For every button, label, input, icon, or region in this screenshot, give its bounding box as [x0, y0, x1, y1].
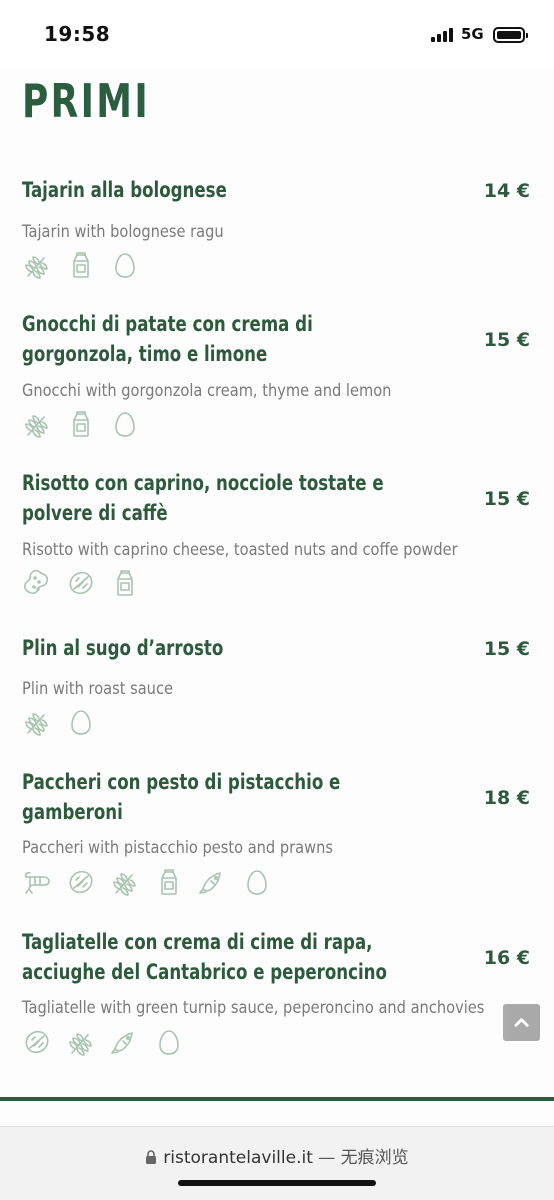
dish-price: 15 € — [483, 638, 530, 660]
milk-icon — [110, 568, 140, 598]
dish-name: Gnocchi di patate con crema di gorgonzol… — [22, 312, 313, 366]
gluten-icon — [66, 1027, 96, 1057]
dish-price: 18 € — [483, 787, 530, 809]
gluten-icon — [110, 867, 140, 897]
dish-price: 16 € — [483, 947, 530, 969]
dish-description: Gnocchi with gorgonzola cream, thyme and… — [22, 381, 392, 401]
page-title: PRIMI — [22, 74, 151, 128]
egg-icon — [242, 867, 272, 897]
private-browsing-label: — 无痕浏览 — [312, 1148, 409, 1168]
dish-name: Plin al sugo d’arrosto — [22, 636, 224, 660]
allergen-list — [22, 867, 272, 899]
egg-icon — [66, 707, 96, 737]
egg-icon — [110, 250, 140, 280]
status-time: 19:58 — [44, 22, 111, 46]
fish-icon — [110, 1027, 140, 1057]
network-type: 5G — [461, 25, 484, 43]
home-indicator[interactable] — [178, 1180, 376, 1186]
crustacean-icon — [22, 867, 52, 897]
allergen-list — [22, 707, 96, 739]
dish-price: 15 € — [483, 488, 530, 510]
allergen-list — [22, 568, 140, 600]
allergen-list — [22, 1027, 184, 1059]
peanut-icon — [22, 568, 52, 598]
battery-icon — [493, 27, 528, 43]
dish-description: Risotto with caprino cheese, toasted nut… — [22, 540, 458, 560]
milk-icon — [66, 409, 96, 439]
fish-icon — [198, 867, 228, 897]
gluten-icon — [22, 250, 52, 280]
nuts-icon — [66, 867, 96, 897]
dish-price: 15 € — [483, 329, 530, 351]
url-row[interactable]: ristorantelaville.it — 无痕浏览 — [0, 1143, 554, 1168]
dish-description: Tagliatelle with green turnip sauce, pep… — [22, 998, 485, 1018]
dish-description: Tajarin with bolognese ragu — [22, 222, 224, 242]
milk-icon — [154, 867, 184, 897]
allergen-list — [22, 409, 140, 441]
browser-address-bar[interactable]: ristorantelaville.it — 无痕浏览 — [0, 1126, 554, 1200]
dish-name: Risotto con caprino, nocciole tostate e … — [22, 471, 384, 525]
status-bar: 19:58 5G — [0, 0, 554, 70]
url-text: ristorantelaville.it — [163, 1148, 313, 1168]
allergen-list — [22, 250, 140, 282]
chevron-up-icon — [514, 1018, 529, 1027]
gluten-icon — [22, 707, 52, 737]
egg-icon — [154, 1027, 184, 1057]
nuts-icon — [22, 1027, 52, 1057]
dish-name: Tagliatelle con crema di cime di rapa, a… — [22, 930, 387, 984]
egg-icon — [110, 409, 140, 439]
gluten-icon — [22, 409, 52, 439]
dish-price: 14 € — [483, 180, 530, 202]
dish-description: Paccheri with pistacchio pesto and prawn… — [22, 838, 333, 858]
milk-icon — [66, 250, 96, 280]
dish-name: Paccheri con pesto di pistacchio e gambe… — [22, 770, 341, 824]
dish-name: Tajarin alla bolognese — [22, 178, 227, 202]
back-to-top-button[interactable] — [503, 1004, 540, 1041]
footer-divider — [0, 1097, 554, 1101]
dish-description: Plin with roast sauce — [22, 679, 173, 699]
cellular-signal-icon — [431, 28, 455, 42]
nuts-icon — [66, 568, 96, 598]
lock-icon — [145, 1149, 157, 1164]
